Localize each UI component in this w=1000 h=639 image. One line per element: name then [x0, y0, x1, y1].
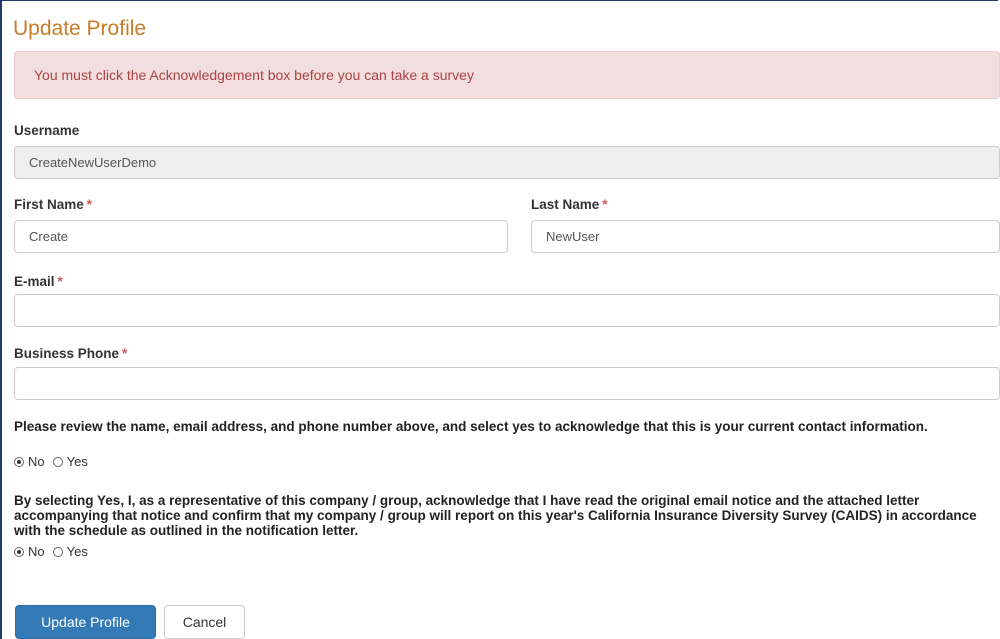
email-label: E-mail *	[14, 274, 63, 289]
contact-ack-yes-label: Yes	[66, 454, 88, 469]
business-phone-label-text: Business Phone	[14, 346, 120, 361]
survey-ack-no-label: No	[28, 544, 45, 559]
last-name-field[interactable]: NewUser	[531, 220, 1000, 253]
first-name-label-text: First Name	[14, 197, 84, 212]
update-profile-form: Update Profile You must click the Acknow…	[0, 0, 1000, 639]
contact-ack-no-label: No	[28, 454, 45, 469]
required-marker: *	[57, 274, 63, 289]
business-phone-label: Business Phone *	[14, 346, 127, 361]
first-name-value: Create	[29, 229, 69, 244]
business-phone-field[interactable]	[14, 367, 1000, 400]
first-name-label: First Name *	[14, 197, 92, 212]
contact-ack-yes-radio[interactable]	[52, 456, 63, 467]
update-profile-button[interactable]: Update Profile	[15, 605, 156, 639]
email-label-text: E-mail	[14, 274, 55, 289]
last-name-label-text: Last Name	[531, 197, 600, 212]
first-name-field[interactable]: Create	[14, 220, 508, 253]
error-alert: You must click the Acknowledgement box b…	[14, 51, 1000, 99]
contact-ack-no-radio[interactable]	[14, 456, 24, 467]
last-name-value: NewUser	[546, 229, 600, 244]
required-marker: *	[602, 197, 608, 212]
survey-ack-radio-group: No Yes	[14, 544, 96, 559]
error-alert-text: You must click the Acknowledgement box b…	[34, 67, 474, 83]
page-title: Update Profile	[13, 17, 147, 40]
username-value: CreateNewUserDemo	[29, 155, 157, 170]
username-field[interactable]: CreateNewUserDemo	[14, 146, 1000, 179]
survey-ack-yes-radio[interactable]	[52, 546, 63, 557]
survey-ack-yes-label: Yes	[66, 544, 88, 559]
last-name-label: Last Name *	[531, 197, 608, 212]
required-marker: *	[86, 197, 93, 212]
survey-ack-text: By selecting Yes, I, as a representative…	[14, 493, 977, 538]
required-marker: *	[122, 346, 128, 361]
email-field[interactable]	[14, 294, 1000, 327]
contact-ack-text: Please review the name, email address, a…	[14, 419, 928, 434]
contact-ack-radio-group: No Yes	[14, 454, 96, 469]
survey-ack-no-radio[interactable]	[14, 546, 24, 557]
username-label: Username	[14, 123, 80, 138]
cancel-button[interactable]: Cancel	[164, 605, 245, 639]
